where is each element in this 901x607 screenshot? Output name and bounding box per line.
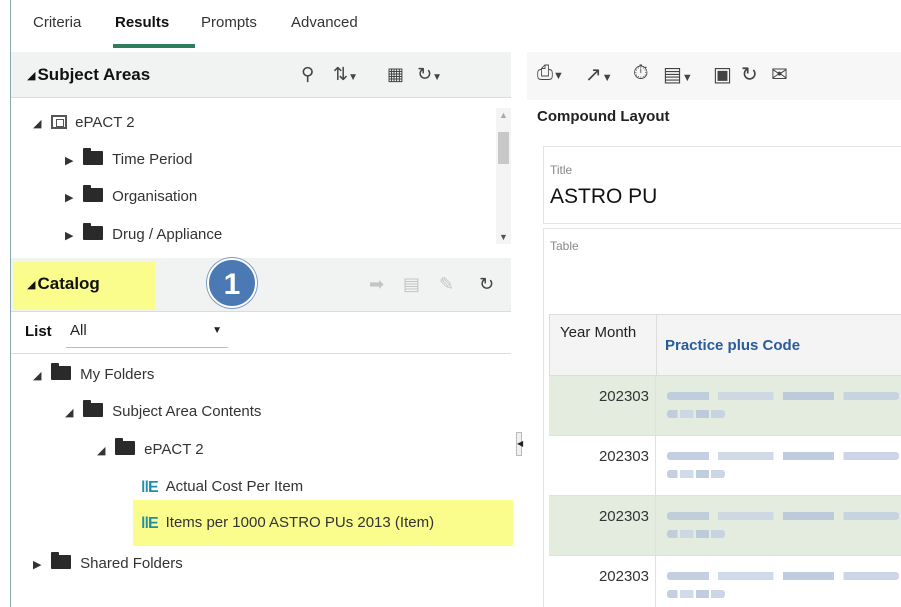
compound-layout-label: Compound Layout (537, 108, 670, 125)
list-filter-row: List All ▼ (11, 312, 511, 354)
year-month-cell: 202303 (598, 448, 649, 465)
year-month-cell: 202303 (598, 508, 649, 525)
redacted-text (667, 590, 725, 598)
subject-areas-title[interactable]: ◢ Subject Areas (27, 65, 150, 85)
folder-icon (51, 552, 72, 569)
folder-icon (83, 223, 104, 240)
folder-icon (51, 363, 72, 380)
folder-icon (83, 400, 104, 417)
refresh-icon[interactable]: ↻ (479, 274, 494, 295)
year-month-cell: 202303 (598, 568, 649, 585)
table-view-label: Table (550, 239, 579, 253)
redacted-text (667, 470, 725, 478)
table-header: Year Month Practice plus Code (549, 314, 901, 377)
active-tab-indicator (113, 44, 195, 48)
refresh-icon[interactable]: ↻▼ (417, 64, 442, 85)
tree-item-subject-area-contents[interactable]: ◢ Subject Area Contents (65, 400, 261, 420)
cell-divider (655, 376, 656, 436)
expanded-icon: ◢ (97, 445, 106, 457)
column-header-practice[interactable]: Practice plus Code (665, 337, 800, 354)
column-header-year-month[interactable]: Year Month (560, 323, 640, 343)
redacted-text (667, 530, 725, 538)
redacted-text (667, 452, 899, 460)
collapse-icon: ◢ (27, 70, 36, 82)
scroll-up-icon[interactable]: ▲ (499, 110, 508, 120)
folder-icon (83, 148, 104, 165)
expanded-icon: ◢ (33, 118, 42, 130)
collapsed-icon: ▶ (65, 230, 74, 242)
subject-areas-header: ◢ Subject Areas ⚲ ⇅▼ ▦ ↻▼ (11, 52, 511, 98)
arrow-right-icon: ➡ (369, 274, 385, 294)
tab-advanced[interactable]: Advanced (291, 14, 358, 31)
tree-item-organisation[interactable]: ▶ Organisation (65, 185, 197, 205)
analysis-item[interactable]: ǀǀE Actual Cost Per Item (141, 478, 303, 496)
scroll-down-icon[interactable]: ▼ (499, 232, 508, 242)
cell-divider (655, 436, 656, 496)
left-pane: ◢ Subject Areas ⚲ ⇅▼ ▦ ↻▼ ◢ ePACT 2 ▶ Tim… (11, 52, 520, 607)
tree-item-epact[interactable]: ◢ ePACT 2 (33, 113, 135, 131)
email-icon[interactable]: ✉ (771, 62, 788, 87)
redacted-text (667, 572, 899, 580)
collapsed-icon: ▶ (33, 559, 42, 571)
format-icon[interactable]: ▤▼ (663, 62, 693, 87)
export-icon[interactable]: ↗▼ (585, 62, 613, 87)
subject-area-icon (51, 115, 68, 129)
tab-bar: Criteria Results Prompts Advanced (10, 0, 901, 50)
title-view[interactable]: Title ASTRO PU (543, 146, 901, 224)
sort-icon[interactable]: ⇅▼ (333, 64, 358, 85)
schedule-icon[interactable]: ⏱ (633, 62, 649, 85)
print-icon[interactable]: ⎙▼ (537, 62, 564, 85)
list-select[interactable]: All ▼ (66, 318, 228, 348)
scroll-thumb[interactable] (498, 132, 509, 164)
preview-icon[interactable]: ▣ (713, 62, 732, 87)
expanded-icon: ◢ (65, 407, 74, 419)
title-view-label: Title (550, 163, 573, 177)
title-text: ASTRO PU (550, 185, 658, 208)
tree-item-my-folders[interactable]: ◢ My Folders (33, 363, 154, 383)
cell-divider (655, 496, 656, 556)
catalog-header: ◢ Catalog 1 ➡ ▤ ✎ ↻ (11, 258, 511, 312)
results-pane: ⎙▼ ↗▼ ⏱ ▤▼ ▣ ↻ ✉ Compound Layout Title A… (527, 52, 901, 607)
analysis-icon: ǀǀE (141, 479, 159, 496)
edit-icon: ✎ (439, 274, 455, 294)
table-row: 202303 (549, 556, 901, 607)
analysis-item-selected[interactable]: ǀǀE Items per 1000 ASTRO PUs 2013 (Item) (141, 514, 434, 532)
refresh-icon[interactable]: ↻ (741, 62, 758, 87)
expanded-icon: ◢ (33, 370, 42, 382)
results-toolbar: ⎙▼ ↗▼ ⏱ ▤▼ ▣ ↻ ✉ (527, 52, 901, 100)
step-callout: 1 (207, 258, 257, 308)
table-row: 202303 (549, 496, 901, 556)
subject-areas-scrollbar[interactable]: ▲ ▼ (496, 108, 511, 244)
catalog-title[interactable]: ◢ Catalog (27, 274, 100, 294)
folder-icon (115, 438, 136, 455)
tree-item-time-period[interactable]: ▶ Time Period (65, 148, 192, 168)
pane-splitter-collapse[interactable]: ◀ (516, 432, 523, 456)
add-subject-area-icon[interactable]: ▦ (387, 64, 404, 85)
search-icon[interactable]: ⚲ (301, 64, 314, 85)
folder-icon (83, 185, 104, 202)
tab-prompts[interactable]: Prompts (201, 14, 257, 31)
redacted-text (667, 512, 899, 520)
tree-item-shared-folders[interactable]: ▶ Shared Folders (33, 552, 183, 572)
table-row: 202303 (549, 376, 901, 436)
column-divider (656, 315, 657, 377)
list-label: List (25, 323, 52, 340)
year-month-cell: 202303 (598, 388, 649, 405)
table-row: 202303 (549, 436, 901, 496)
tree-item-catalog-epact[interactable]: ◢ ePACT 2 (97, 438, 204, 458)
copy-icon: ▤ (403, 274, 421, 294)
collapsed-icon: ▶ (65, 155, 74, 167)
redacted-text (667, 410, 725, 418)
analysis-icon: ǀǀE (141, 515, 159, 532)
collapse-icon: ◢ (27, 279, 36, 291)
tab-results[interactable]: Results (115, 14, 169, 31)
tab-criteria[interactable]: Criteria (33, 14, 81, 31)
cell-divider (655, 556, 656, 607)
chevron-down-icon: ▼ (212, 325, 222, 336)
tree-item-drug-appliance[interactable]: ▶ Drug / Appliance (65, 223, 222, 243)
collapsed-icon: ▶ (65, 192, 74, 204)
redacted-text (667, 392, 899, 400)
